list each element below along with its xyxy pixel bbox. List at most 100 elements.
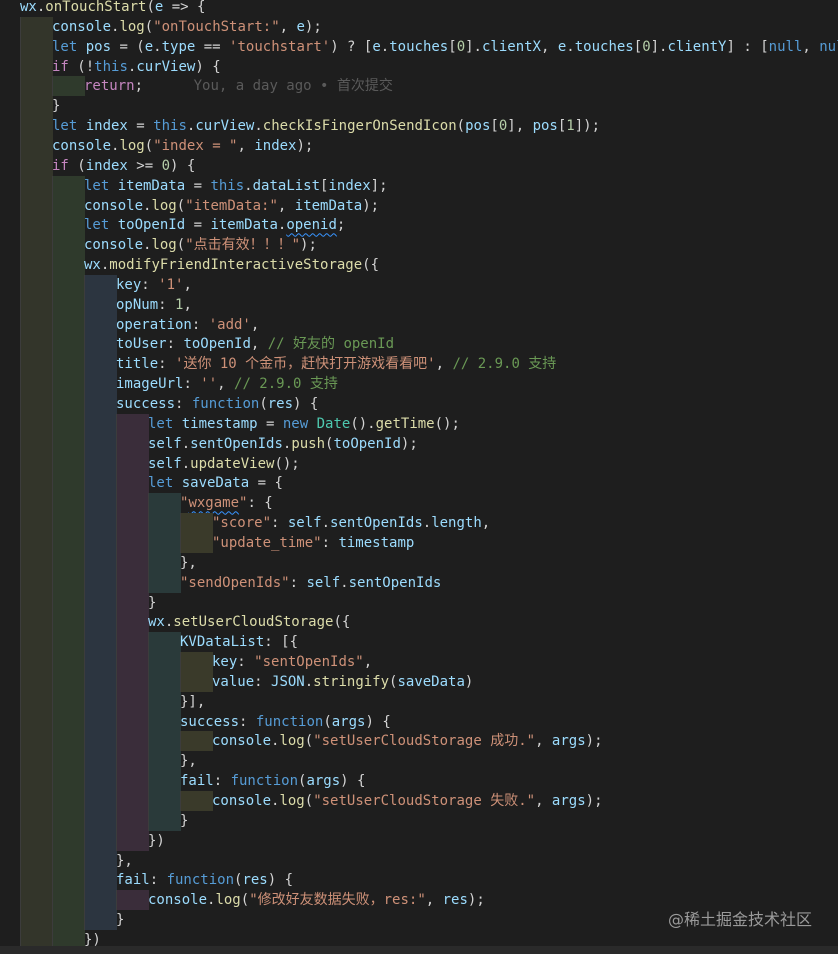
code-line[interactable]: opNum: 1, — [0, 294, 838, 315]
indent-guide — [52, 294, 85, 315]
code-line[interactable]: if (!this.curView) { — [0, 56, 838, 77]
code-token: : — [271, 515, 288, 532]
code-line[interactable]: toUser: toOpenId, // 好友的 openId — [0, 334, 838, 355]
indent-guide — [84, 731, 117, 752]
horizontal-scrollbar[interactable] — [0, 946, 838, 954]
code-text: }, — [180, 751, 197, 771]
code-line[interactable]: key: "sentOpenIds", — [0, 652, 838, 673]
code-token: pos — [85, 38, 112, 55]
code-line[interactable]: title: '送你 10 个金币，赶快打开游戏看看吧', // 2.9.0 支… — [0, 354, 838, 375]
indent-guide — [20, 513, 53, 534]
code-line[interactable]: let itemData = this.dataList[index]; — [0, 175, 838, 196]
code-line[interactable]: }, — [0, 850, 838, 871]
code-line[interactable]: let index = this.curView.checkIsFingerOn… — [0, 116, 838, 137]
code-editor[interactable]: wx.onTouchStart(e => {console.log("onTou… — [0, 0, 838, 954]
code-token: log — [279, 793, 305, 809]
indent-guide — [20, 612, 53, 633]
code-line[interactable]: key: '1', — [0, 274, 838, 295]
code-token: ( — [144, 18, 154, 35]
code-token: : — [158, 356, 176, 373]
code-line[interactable]: "update_time": timestamp — [0, 532, 838, 553]
indent-guide — [84, 473, 117, 494]
code-line[interactable]: }, — [0, 552, 838, 573]
code-token: ); — [296, 137, 314, 154]
code-line[interactable]: success: function(args) { — [0, 711, 838, 732]
indent-guide — [84, 572, 117, 593]
code-token: return — [84, 78, 135, 95]
code-token: if — [52, 58, 69, 75]
code-line[interactable]: }], — [0, 691, 838, 712]
code-line[interactable]: success: function(res) { — [0, 394, 838, 414]
code-token: // 2.9.0 支持 — [234, 376, 338, 393]
code-line[interactable]: wx.setUserCloudStorage({ — [0, 612, 838, 633]
code-line[interactable]: return; You, a day ago • 首次提交 — [0, 76, 838, 97]
code-line[interactable]: value: JSON.stringify(saveData) — [0, 671, 838, 692]
code-line[interactable]: console.log("onTouchStart:", e); — [0, 16, 838, 37]
code-text: wx.setUserCloudStorage({ — [148, 612, 350, 632]
code-token: ( — [456, 118, 466, 135]
code-line[interactable]: self.sentOpenIds.push(toOpenId); — [0, 433, 838, 454]
code-line[interactable]: fail: function(res) { — [0, 870, 838, 891]
code-line[interactable]: } — [0, 96, 838, 117]
indent-guide — [52, 334, 85, 355]
code-line[interactable]: console.log("setUserCloudStorage 成功.", a… — [0, 731, 838, 752]
code-line[interactable]: console.log("index = ", index); — [0, 135, 838, 156]
code-token: ( — [176, 197, 186, 214]
code-line[interactable]: imageUrl: '', // 2.9.0 支持 — [0, 374, 838, 395]
code-token: index — [85, 118, 128, 135]
code-token: clientY — [667, 38, 727, 55]
code-text: "wxgame": { — [180, 493, 273, 513]
code-text: operation: 'add', — [116, 315, 259, 335]
code-token: let — [84, 177, 118, 194]
indent-guide — [52, 513, 85, 534]
indent-guide — [148, 791, 181, 811]
code-line[interactable]: if (index >= 0) { — [0, 155, 838, 176]
code-line[interactable]: "score": self.sentOpenIds.length, — [0, 513, 838, 534]
code-token: args — [551, 733, 586, 750]
code-line[interactable]: let saveData = { — [0, 473, 838, 494]
code-line[interactable]: }, — [0, 751, 838, 772]
code-text: let index = this.curView.checkIsFingerOn… — [52, 116, 600, 136]
code-line[interactable]: KVDataList: [{ — [0, 632, 838, 653]
code-token: }, — [180, 753, 197, 770]
code-line[interactable]: } — [0, 592, 838, 613]
code-line[interactable]: console.log("setUserCloudStorage 失败.", a… — [0, 791, 838, 811]
code-token: . — [566, 38, 575, 55]
indent-guide — [180, 671, 213, 692]
indent-guide — [84, 810, 117, 831]
code-token: console — [52, 137, 112, 154]
indent-guide — [148, 691, 181, 712]
indent-guide — [84, 374, 117, 395]
code-line[interactable]: console.log("itemData:", itemData); — [0, 195, 838, 216]
code-line[interactable]: let toOpenId = itemData.openid; — [0, 215, 838, 236]
code-token: toUser — [116, 336, 167, 353]
code-token: ( — [144, 137, 154, 154]
code-token: title — [116, 356, 159, 373]
code-line[interactable]: wx.onTouchStart(e => { — [0, 0, 838, 17]
code-token: : — [166, 336, 184, 353]
code-line[interactable]: operation: 'add', — [0, 314, 838, 335]
code-token: 0 — [456, 38, 466, 55]
code-token: args — [331, 713, 366, 730]
code-line[interactable]: self.updateView(); — [0, 453, 838, 474]
indent-guide — [84, 850, 117, 871]
indent-guide — [52, 870, 85, 891]
code-line[interactable]: "wxgame": { — [0, 493, 838, 514]
code-text: wx.modifyFriendInteractiveStorage({ — [84, 255, 379, 275]
code-line[interactable]: fail: function(args) { — [0, 771, 838, 792]
code-line[interactable]: } — [0, 810, 838, 831]
code-line[interactable]: "sendOpenIds": self.sentOpenIds — [0, 572, 838, 593]
indent-guide — [116, 652, 149, 673]
code-line[interactable]: wx.modifyFriendInteractiveStorage({ — [0, 255, 838, 276]
code-line[interactable]: }) — [0, 830, 838, 851]
indent-guide — [148, 731, 181, 752]
code-token: ) { — [340, 773, 366, 790]
code-token: checkIsFingerOnSendIcon — [262, 118, 457, 135]
code-token: , — [535, 793, 552, 809]
code-line[interactable]: let pos = (e.type == 'touchstart') ? [e.… — [0, 36, 838, 57]
code-line[interactable]: console.log("点击有效！！！"); — [0, 235, 838, 256]
indent-guide — [116, 493, 149, 514]
indent-guide — [20, 791, 53, 811]
code-line[interactable]: let timestamp = new Date().getTime(); — [0, 413, 838, 434]
indent-guide — [84, 751, 117, 772]
